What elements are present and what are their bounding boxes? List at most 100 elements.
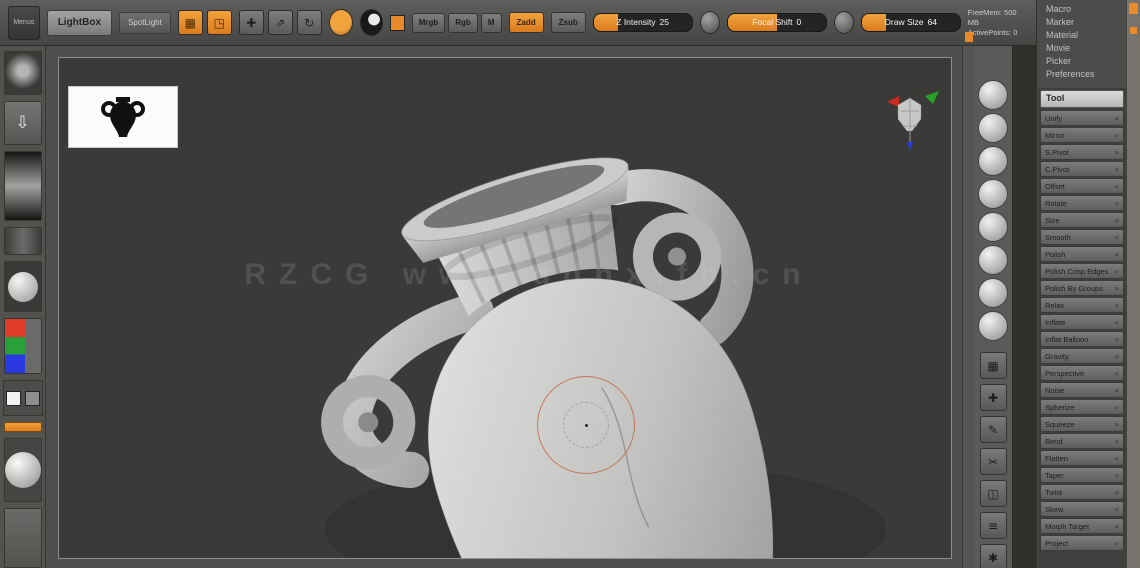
grid-icon[interactable]: ▦ bbox=[979, 352, 1007, 379]
vase-silhouette-thumbnail[interactable] bbox=[68, 86, 178, 148]
tool-panel-row[interactable]: Polish Crisp Edges » bbox=[1040, 263, 1124, 279]
slider-grip-icon: » bbox=[1114, 504, 1119, 514]
current-material-tile[interactable] bbox=[3, 438, 42, 503]
tool-panel-row[interactable]: Unify » bbox=[1040, 110, 1124, 126]
row-label: Perspective bbox=[1045, 368, 1085, 378]
tool-panel-row[interactable]: Flatten » bbox=[1040, 450, 1124, 466]
tool-panel-row[interactable]: Polish » bbox=[1040, 246, 1124, 262]
list-icon[interactable]: ≡ bbox=[979, 512, 1007, 539]
menu-item[interactable]: Marker bbox=[1037, 16, 1126, 29]
alpha-picker-tile[interactable] bbox=[3, 150, 42, 221]
slider-label: Focal Shift bbox=[752, 17, 793, 27]
menu-item[interactable]: Movie bbox=[1037, 42, 1126, 55]
paint-mode-button[interactable]: Mrgb bbox=[411, 12, 446, 33]
tool-panel-row[interactable]: Rotate » bbox=[1040, 195, 1124, 211]
memory-status: FreeMem: 500 MB ActivePoints: 0 bbox=[968, 8, 1028, 38]
button-glyph-icon: ▦ bbox=[184, 15, 196, 30]
tool-panel-row[interactable]: Mirror » bbox=[1040, 127, 1124, 143]
focal-shift-knob-icon[interactable] bbox=[699, 11, 720, 34]
tool-panel-row[interactable]: C.Pivot » bbox=[1040, 161, 1124, 177]
tool-panel-row[interactable]: Spherize » bbox=[1040, 399, 1124, 415]
tool-panel-row[interactable]: Inflat Balloon » bbox=[1040, 331, 1124, 347]
slider-grip-icon: » bbox=[1114, 351, 1119, 361]
panels-icon[interactable]: ◫ bbox=[979, 480, 1007, 507]
tool-panel-row[interactable]: Perspective » bbox=[1040, 365, 1124, 381]
matcap-sphere[interactable] bbox=[978, 80, 1008, 110]
camera-orientation-gizmo[interactable] bbox=[877, 86, 943, 152]
clip-icon[interactable]: ✂ bbox=[979, 448, 1007, 475]
top-toolbar: Menus LightBox SpotLight ▦ ◳ ✚ ⇗ ↻ Mrgb … bbox=[0, 0, 1036, 46]
brush-cursor bbox=[537, 376, 635, 474]
menu-item[interactable]: Material bbox=[1037, 29, 1126, 42]
shelf-extra-tile[interactable] bbox=[3, 508, 42, 568]
material-circle-button[interactable] bbox=[359, 9, 384, 36]
slider-grip-icon: » bbox=[1114, 249, 1119, 259]
menu-item[interactable]: Macro bbox=[1037, 3, 1126, 16]
tool-panel-row[interactable]: Smooth » bbox=[1040, 229, 1124, 245]
matcap-sphere[interactable] bbox=[978, 212, 1008, 242]
zadd-button[interactable]: Zadd bbox=[508, 12, 544, 33]
tool-panel-row[interactable]: Gravity » bbox=[1040, 348, 1124, 364]
matcap-sphere[interactable] bbox=[978, 311, 1008, 341]
tool-panel-row[interactable]: Squeeze » bbox=[1040, 416, 1124, 432]
lightbox-button[interactable]: LightBox bbox=[46, 9, 113, 36]
paint-mode-button[interactable]: Rgb bbox=[448, 12, 478, 33]
material-picker-tile[interactable] bbox=[3, 260, 42, 313]
matcap-sphere[interactable] bbox=[978, 146, 1008, 176]
menu-item[interactable]: Preferences bbox=[1037, 68, 1126, 81]
tool-panel-row[interactable]: Noise » bbox=[1040, 382, 1124, 398]
tool-panel-row[interactable]: Skew » bbox=[1040, 501, 1124, 517]
current-color-swatch[interactable] bbox=[390, 14, 405, 31]
shelf-glyph-icon: ▦ bbox=[987, 358, 999, 373]
pen-icon[interactable]: ✎ bbox=[979, 416, 1007, 443]
matcap-sphere[interactable] bbox=[978, 245, 1008, 275]
draw-size-knob-icon[interactable] bbox=[833, 11, 854, 34]
focal-shift-slider[interactable]: Focal Shift 0 bbox=[726, 13, 827, 32]
secondary-color-swatch[interactable] bbox=[24, 390, 40, 406]
menu-item[interactable]: Picker bbox=[1037, 55, 1126, 68]
texture-picker-tile[interactable] bbox=[3, 226, 42, 255]
tool-panel-row[interactable]: Polish By Groups » bbox=[1040, 280, 1124, 296]
paint-mode-button[interactable]: M bbox=[480, 12, 502, 33]
spotlight-button[interactable]: SpotLight bbox=[119, 11, 171, 34]
tool-panel-row[interactable]: Taper » bbox=[1040, 467, 1124, 483]
right-shelf: ▦ ✚ ✎ ✂ ◫ ≡ ✱ bbox=[974, 46, 1012, 568]
draw-size-slider[interactable]: Draw Size 64 bbox=[860, 13, 961, 32]
asterisk-icon[interactable]: ✱ bbox=[979, 544, 1007, 568]
stroke-picker-tile[interactable]: ⇩ bbox=[3, 100, 42, 145]
status-line: FreeMem: 500 MB bbox=[967, 7, 1017, 27]
switch-color-bar[interactable] bbox=[3, 422, 42, 433]
tool-panel-row[interactable]: Relax » bbox=[1040, 297, 1124, 313]
scale-button[interactable]: ⇗ bbox=[267, 10, 293, 35]
tool-panel-row[interactable]: Project » bbox=[1040, 535, 1124, 551]
row-label: Taper bbox=[1045, 470, 1064, 480]
slider-grip-icon: » bbox=[1114, 402, 1119, 412]
transpose-icon[interactable]: ✚ bbox=[979, 384, 1007, 411]
move-button[interactable]: ✚ bbox=[238, 10, 264, 35]
color-circle-button[interactable] bbox=[328, 9, 353, 36]
z-intensity-slider[interactable]: Z Intensity 25 bbox=[592, 13, 693, 32]
brush-preview-tile[interactable] bbox=[3, 51, 42, 95]
zsub-button[interactable]: Zsub bbox=[550, 12, 586, 33]
tool-panel-header[interactable]: Tool bbox=[1040, 90, 1124, 108]
menus-button[interactable]: Menus bbox=[8, 5, 40, 40]
matcap-sphere[interactable] bbox=[978, 179, 1008, 209]
tool-panel-row[interactable]: S.Pivot » bbox=[1040, 144, 1124, 160]
color-picker-tile[interactable] bbox=[3, 318, 42, 375]
quick-edit-button[interactable]: ◳ bbox=[206, 10, 232, 35]
edit-object-button[interactable]: ▦ bbox=[177, 10, 203, 35]
matcap-sphere[interactable] bbox=[978, 278, 1008, 308]
watermark: RZCG www.qdnx.fb.cn bbox=[244, 258, 814, 291]
tool-panel-row[interactable]: Twist » bbox=[1040, 484, 1124, 500]
tool-panel-row[interactable]: Offset » bbox=[1040, 178, 1124, 194]
tool-panel-row[interactable]: Size » bbox=[1040, 212, 1124, 228]
tool-panel-row[interactable]: Bend » bbox=[1040, 433, 1124, 449]
right-scrollbar[interactable] bbox=[1126, 0, 1140, 568]
slider-label: Draw Size bbox=[884, 17, 924, 27]
rotate-button[interactable]: ↻ bbox=[296, 10, 322, 35]
tool-panel-row[interactable]: Morph Target » bbox=[1040, 518, 1124, 534]
sculpt-canvas[interactable]: RZCG www.qdnx.fb.cn bbox=[58, 57, 952, 559]
primary-color-swatch[interactable] bbox=[5, 390, 21, 406]
tool-panel-row[interactable]: Inflate » bbox=[1040, 314, 1124, 330]
matcap-sphere[interactable] bbox=[978, 113, 1008, 143]
